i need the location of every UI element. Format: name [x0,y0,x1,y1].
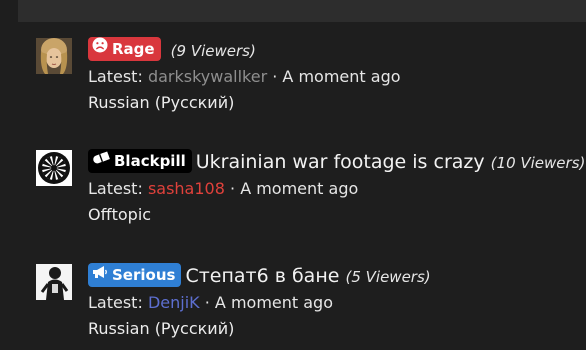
thread-title-line: Blackpill Ukrainian war footage is crazy… [88,148,586,176]
latest-user-link[interactable]: DenjiK [148,293,200,312]
prefix-badge-serious[interactable]: Serious [88,262,182,287]
latest-post-line: Latest: darkskywallker · A moment ago [88,64,586,90]
megaphone-icon [92,262,108,286]
top-bar [18,0,586,22]
badge-label: Rage [112,39,155,58]
badge-label: Blackpill [114,151,186,170]
prefix-badge-rage[interactable]: Rage [88,36,161,61]
viewer-count: (9 Viewers) [170,42,256,60]
latest-time[interactable]: A moment ago [240,179,358,198]
sad-face-icon [92,36,108,60]
woman-portrait-avatar[interactable] [36,38,72,74]
pill-icon [92,148,110,172]
thread-title-line: Rage (9 Viewers) [88,36,586,64]
latest-user-link[interactable]: darkskywallker [148,67,267,86]
prefix-badge-blackpill[interactable]: Blackpill [88,148,192,173]
thread-title-link[interactable]: Ukrainian war footage is crazy [196,151,485,173]
latest-user-link[interactable]: sasha108 [148,179,225,198]
latest-post-line: Latest: sasha108 · A moment ago [88,176,586,202]
badge-label: Serious [112,265,176,284]
latest-time[interactable]: A moment ago [282,67,400,86]
separator: · [204,293,210,312]
thread-content: Rage (9 Viewers) Latest: darkskywallker … [88,36,586,116]
latest-time[interactable]: A moment ago [215,293,333,312]
latest-label: Latest: [88,293,143,312]
separator: · [230,179,236,198]
forum-category-link[interactable]: Russian (Русский) [88,316,586,342]
viewer-count: (5 Viewers) [345,268,431,286]
viewer-count: (10 Viewers) [490,154,586,172]
thread-title-link[interactable]: Степат6 в бане [185,265,339,287]
latest-label: Latest: [88,67,143,86]
thread-title-line: Serious Степат6 в бане (5 Viewers) [88,262,586,290]
forum-category-link[interactable]: Offtopic [88,202,586,228]
thread-content: Blackpill Ukrainian war footage is crazy… [88,148,586,228]
separator: · [272,67,278,86]
black-sun-symbol-avatar[interactable] [36,150,72,186]
figure-sketch-avatar[interactable] [36,264,72,300]
forum-category-link[interactable]: Russian (Русский) [88,90,586,116]
thread-content: Serious Степат6 в бане (5 Viewers) Lates… [88,262,586,342]
latest-post-line: Latest: DenjiK · A moment ago [88,290,586,316]
latest-label: Latest: [88,179,143,198]
